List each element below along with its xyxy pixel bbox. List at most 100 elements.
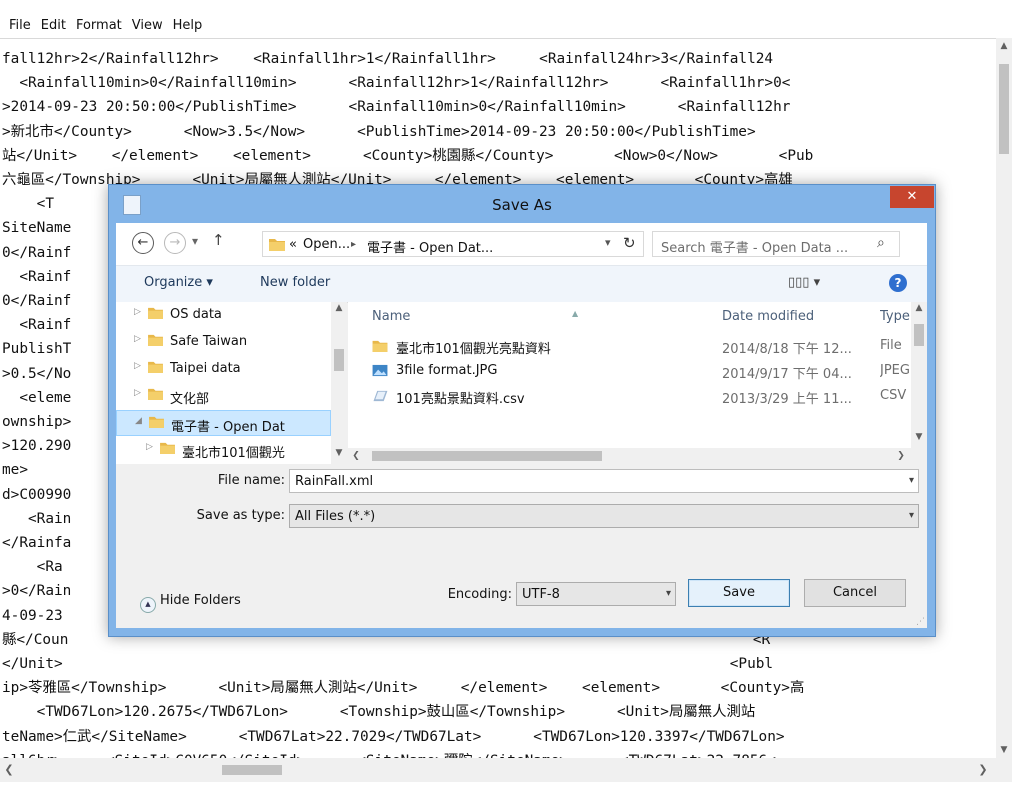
address-dropdown-icon[interactable]: ▾ — [605, 236, 611, 249]
file-list-vertical-scrollbar[interactable]: ▲ ▼ — [911, 302, 927, 448]
file-row[interactable]: 101亮點景點資料.csv 2013/3/29 上午 11... CSV — [348, 384, 910, 408]
menu-view[interactable]: View — [127, 18, 168, 33]
forward-arrow-icon[interactable]: → — [164, 232, 186, 254]
breadcrumb-current-folder[interactable]: 電子書 - Open Dat... — [367, 237, 493, 256]
editor-line: >2014-09-23 20:50:00</PublishTime> <Rain… — [2, 99, 791, 116]
help-icon[interactable]: ? — [889, 274, 907, 292]
up-arrow-icon[interactable]: ↑ — [212, 231, 225, 249]
menu-file[interactable]: File — [4, 18, 36, 33]
recent-locations-icon[interactable]: ▾ — [192, 234, 198, 248]
file-list-scroll-thumb[interactable] — [914, 324, 924, 346]
editor-line: ip>苓雅區</Township> <Unit>局屬無人測站</Unit> </… — [2, 680, 805, 697]
navigation-pane-scrollbar[interactable]: ▲ ▼ — [331, 302, 347, 464]
chevron-right-icon[interactable]: ▷ — [146, 442, 153, 452]
scroll-left-icon[interactable]: ❮ — [0, 758, 18, 782]
folder-icon — [269, 239, 285, 251]
menu-bar: File Edit Format View Help — [0, 14, 1012, 36]
command-bar: Organize ▾ New folder ▯▯▯ ▾ ? — [116, 265, 927, 303]
column-header-date[interactable]: Date modified — [722, 302, 862, 332]
scroll-right-icon[interactable]: ❯ — [974, 758, 992, 782]
tree-item-label: Taipei data — [170, 361, 241, 376]
tree-item[interactable]: ▷ 臺北市101個觀光 — [116, 437, 331, 463]
tree-item-label: 文化部 — [170, 392, 210, 407]
dialog-title-bar[interactable]: Save As ✕ — [109, 185, 935, 225]
save-as-type-label: Save as type: — [196, 508, 285, 523]
horizontal-scroll-thumb[interactable] — [222, 765, 282, 775]
column-header-name[interactable]: Name ▲ — [372, 302, 672, 332]
column-header-type[interactable]: Type — [880, 302, 911, 332]
file-list-horizontal-scrollbar[interactable]: ❮ ❯ — [348, 448, 911, 464]
file-list-horizontal-thumb[interactable] — [372, 451, 602, 461]
chevron-right-icon[interactable]: ▷ — [134, 388, 141, 398]
encoding-dropdown-icon[interactable]: ▾ — [666, 588, 671, 599]
scroll-up-icon[interactable]: ▲ — [331, 303, 347, 313]
file-list[interactable]: Name ▲ Date modified Type 臺北市101個觀光亮點資料 2… — [348, 302, 927, 464]
close-button[interactable]: ✕ — [890, 186, 934, 208]
chevron-expanded-icon[interactable]: ◢ — [135, 416, 142, 426]
scroll-up-icon[interactable]: ▲ — [911, 303, 927, 313]
file-date-modified: 2013/3/29 上午 11... — [722, 392, 852, 407]
chevron-up-icon: ▲ — [140, 597, 156, 613]
vertical-scrollbar[interactable]: ▲ ▼ — [996, 38, 1012, 758]
file-name-dropdown-icon[interactable]: ▾ — [909, 475, 914, 486]
file-name: 3file format.JPG — [396, 363, 498, 378]
save-as-type-dropdown-icon[interactable]: ▾ — [909, 510, 914, 521]
encoding-value: UTF-8 — [522, 587, 560, 602]
file-name: 101亮點景點資料.csv — [396, 392, 525, 407]
folder-icon — [148, 388, 163, 400]
sort-ascending-icon: ▲ — [572, 309, 579, 318]
organize-button[interactable]: Organize ▾ — [144, 275, 213, 290]
vertical-scroll-thumb[interactable] — [999, 64, 1009, 154]
scroll-down-icon[interactable]: ▼ — [996, 742, 1012, 758]
folder-icon — [372, 340, 388, 352]
change-view-icon[interactable]: ▯▯▯ ▾ — [788, 275, 820, 290]
scroll-left-icon[interactable]: ❮ — [348, 448, 364, 464]
file-name-field[interactable]: RainFall.xml ▾ — [289, 469, 919, 493]
tree-item[interactable]: ▷ Safe Taiwan — [116, 329, 331, 355]
hide-folders-button[interactable]: ▲ Hide Folders — [140, 593, 241, 613]
dialog-resize-grip-icon[interactable]: ⋰ — [916, 617, 925, 627]
back-arrow-icon[interactable]: ← — [132, 232, 154, 254]
hide-folders-label: Hide Folders — [160, 593, 241, 608]
folder-icon — [160, 442, 175, 454]
address-bar[interactable]: « Open... ▸ 電子書 - Open Dat... ▾ ↻ — [262, 231, 644, 257]
scroll-down-icon[interactable]: ▼ — [911, 432, 927, 442]
tree-item[interactable]: ▷ OS data — [116, 302, 331, 328]
scroll-right-icon[interactable]: ❯ — [893, 448, 909, 464]
file-row-partial[interactable] — [348, 409, 910, 417]
editor-line: teName>仁武</SiteName> <TWD67Lat>22.7029</… — [2, 728, 785, 745]
chevron-right-icon[interactable]: ▷ — [134, 334, 141, 344]
encoding-select[interactable]: UTF-8 ▾ — [516, 582, 676, 606]
tree-item[interactable]: ◢ 電子書 - Open Dat — [116, 410, 331, 436]
menu-help[interactable]: Help — [168, 18, 208, 33]
chevron-right-icon[interactable]: ▷ — [134, 307, 141, 317]
cancel-button[interactable]: Cancel — [804, 579, 906, 607]
search-icon[interactable]: ⌕ — [877, 235, 885, 251]
editor-line: </Unit> <Publ — [2, 656, 774, 673]
new-folder-button[interactable]: New folder — [260, 275, 330, 290]
tree-item[interactable]: ▷ 文化部 — [116, 383, 331, 409]
scroll-corner — [911, 448, 927, 464]
column-name-label: Name — [372, 309, 411, 324]
folder-icon — [149, 416, 164, 428]
scroll-up-icon[interactable]: ▲ — [996, 38, 1012, 54]
save-as-type-select[interactable]: All Files (*.*) ▾ — [289, 504, 919, 528]
scroll-down-icon[interactable]: ▼ — [331, 448, 347, 458]
save-button[interactable]: Save — [688, 579, 790, 607]
file-date-modified: 2014/8/18 下午 12... — [722, 342, 852, 357]
horizontal-scrollbar[interactable]: ❮ ❯ — [0, 758, 996, 782]
chevron-right-icon[interactable]: ▷ — [134, 361, 141, 371]
menu-format[interactable]: Format — [71, 18, 127, 33]
breadcrumb-open[interactable]: Open... — [303, 237, 350, 252]
file-row[interactable]: 臺北市101個觀光亮點資料 2014/8/18 下午 12... File — [348, 334, 910, 358]
tree-item[interactable]: ▷ Taipei data — [116, 356, 331, 382]
refresh-icon[interactable]: ↻ — [623, 234, 636, 252]
file-name-value: RainFall.xml — [295, 474, 374, 489]
navigation-pane-scroll-thumb[interactable] — [334, 349, 344, 371]
breadcrumb-overflow[interactable]: « — [289, 237, 297, 252]
search-box[interactable]: Search 電子書 - Open Data ... ⌕ — [652, 231, 900, 257]
file-type: File — [880, 338, 902, 353]
menu-edit[interactable]: Edit — [36, 18, 71, 33]
file-row[interactable]: 3file format.JPG 2014/9/17 下午 04... JPEG — [348, 359, 910, 383]
navigation-pane[interactable]: ▷ OS data ▷ Safe Taiwan ▷ Taipei data ▷ 文化部 ◢ 電子書… — [116, 302, 347, 464]
